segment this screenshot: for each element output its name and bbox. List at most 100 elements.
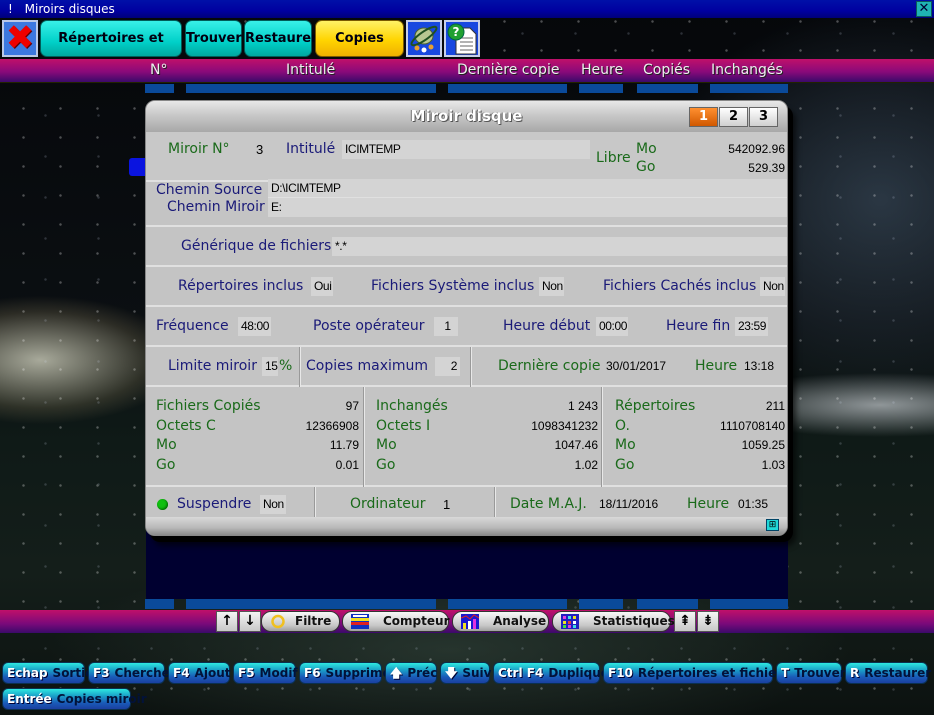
stat-value: 1 243 <box>567 399 598 413</box>
chemin-miroir-label: Chemin Miroir <box>167 199 265 215</box>
stat-label: O. <box>615 418 630 434</box>
limite-label: Limite miroir <box>168 358 257 374</box>
statistiques-button[interactable]: Statistiques <box>552 611 675 632</box>
analyse-label: Analyse <box>493 614 547 628</box>
help-document-icon: ? <box>447 23 477 55</box>
filtre-button[interactable]: Filtre <box>261 611 340 632</box>
intitule-field[interactable]: ICIMTEMP <box>342 140 590 159</box>
stat-value: 1059.25 <box>741 438 785 452</box>
analyse-button[interactable]: Analyse <box>452 611 549 632</box>
derniere-heure-label: Heure <box>695 358 738 374</box>
date-maj-label: Date M.A.J. <box>510 496 587 512</box>
page-1-button[interactable]: 1 <box>689 107 718 127</box>
window-title: Miroirs disques <box>24 2 115 16</box>
copies-max-label: Copies maximum <box>306 358 429 374</box>
divider <box>299 347 301 387</box>
shortcut-entree-copies-miroir[interactable]: Entrée Copies miroir <box>2 688 147 710</box>
column-bar <box>145 84 174 93</box>
last-record-button[interactable]: ⇟ <box>697 611 719 632</box>
shortcut-t-trouver[interactable]: T Trouver <box>776 662 846 684</box>
poste-label: Poste opérateur <box>313 318 425 334</box>
first-record-button[interactable]: ⇞ <box>674 611 696 632</box>
shortcut-f4-ajout[interactable]: F4 Ajout <box>168 662 230 684</box>
tab-restaurer[interactable]: Restaurer <box>244 20 317 57</box>
shortcut-r-restaurer[interactable]: R Restaurer <box>845 662 931 684</box>
column-copies[interactable]: Copiés <box>643 59 690 81</box>
column-derniere-copie[interactable]: Dernière copie <box>457 59 559 81</box>
chemin-source-label: Chemin Source <box>156 182 263 198</box>
shortcut-f5-modif[interactable]: F5 Modif <box>233 662 298 684</box>
heure-debut-field[interactable]: 00:00 <box>596 317 628 336</box>
limits-section: Limite miroir 15 % Copies maximum 2 Dern… <box>146 347 787 387</box>
divider <box>494 487 496 519</box>
stat-label: Mo <box>376 437 397 453</box>
compteur-button[interactable]: Compteur <box>342 611 449 632</box>
shortcut-f10-repertoires[interactable]: F10 Répertoires et fichiers <box>603 662 789 684</box>
rep-inclus-field[interactable]: Oui <box>311 277 333 296</box>
miroir-disque-dialog: Miroir disque 1 2 3 Miroir N° 3 Intitulé… <box>145 100 788 536</box>
page-2-button[interactable]: 2 <box>719 107 748 127</box>
identity-section: Miroir N° 3 Intitulé ICIMTEMP Libre Mo G… <box>146 132 787 182</box>
help-button[interactable]: ? <box>444 20 480 57</box>
column-intitule[interactable]: Intitulé <box>286 59 335 81</box>
generique-section: Générique de fichiers *.* <box>146 227 787 267</box>
stat-value: 0.01 <box>335 458 359 472</box>
dialog-title-bar[interactable]: Miroir disque 1 2 3 <box>146 101 787 132</box>
red-x-icon: ✖ <box>5 18 35 58</box>
stat-label: Répertoires <box>615 398 696 414</box>
libre-label: Libre <box>596 150 631 166</box>
dialog-footer: ⊞ <box>146 517 787 535</box>
tab-repertoires-fichiers[interactable]: Répertoires et fichiers <box>40 20 182 81</box>
stat-label: Octets C <box>156 418 216 434</box>
shortcut-f6-supprime[interactable]: F6 Supprime <box>299 662 391 684</box>
copies-max-field[interactable]: 2 <box>435 357 460 376</box>
column-numero[interactable]: N° <box>150 59 167 81</box>
column-bar <box>186 84 436 93</box>
planet-button[interactable] <box>406 20 442 57</box>
column-bar <box>637 84 698 93</box>
poste-field[interactable]: 1 <box>434 317 458 336</box>
generique-field[interactable]: *.* <box>332 237 787 256</box>
resize-icon[interactable]: ⊞ <box>766 519 779 531</box>
stat-value: 11.79 <box>329 438 359 452</box>
filtre-label: Filtre <box>295 614 332 628</box>
divider <box>314 487 316 519</box>
shortcut-suiv[interactable]: 🡇 Suiv <box>440 662 491 684</box>
previous-record-button[interactable]: ↑ <box>216 611 238 632</box>
shortcut-ctrl-f4-duplique[interactable]: Ctrl F4 Duplique <box>493 662 609 684</box>
limite-field[interactable]: 15 <box>262 357 278 376</box>
tab-copies-miroir[interactable]: Copies miroir <box>315 20 404 81</box>
next-record-button[interactable]: ↓ <box>239 611 261 632</box>
divider <box>363 387 365 487</box>
column-heure[interactable]: Heure <box>581 59 623 81</box>
sys-inclus-field[interactable]: Non <box>539 277 564 296</box>
shortcut-prec[interactable]: 🡅 Préc <box>385 662 437 684</box>
stat-value: 211 <box>765 399 785 413</box>
chemin-source-field[interactable]: D:\ICIMTEMP <box>268 179 787 198</box>
derniere-heure-value: 13:18 <box>744 359 775 373</box>
column-inchanges[interactable]: Inchangés <box>711 59 783 81</box>
caches-inclus-field[interactable]: Non <box>760 277 785 296</box>
chemin-miroir-field[interactable]: E: <box>268 198 787 217</box>
shortcut-f3-cherche[interactable]: F3 Cherche <box>88 662 170 684</box>
stat-value: 12366908 <box>305 419 359 433</box>
sys-inclus-label: Fichiers Système inclus <box>371 278 535 294</box>
suspendre-field[interactable]: Non <box>260 495 286 514</box>
heure-maj-label: Heure <box>687 496 730 512</box>
planet-icon <box>410 25 438 53</box>
rep-inclus-label: Répertoires inclus <box>178 278 304 294</box>
exit-button[interactable]: ✖ <box>2 20 38 57</box>
column-bar <box>579 84 623 93</box>
stat-value: 1047.46 <box>554 438 598 452</box>
frequence-field[interactable]: 48:00 <box>238 317 271 336</box>
suspendre-label: Suspendre <box>177 496 252 512</box>
frequence-label: Fréquence <box>156 318 229 334</box>
heure-fin-field[interactable]: 23:59 <box>735 317 768 336</box>
close-button[interactable]: ✕ <box>916 1 932 17</box>
miroir-no-value: 3 <box>256 142 264 157</box>
stat-label: Octets I <box>376 418 431 434</box>
page-3-button[interactable]: 3 <box>749 107 778 127</box>
inclusion-section: Répertoires inclus Oui Fichiers Système … <box>146 267 787 307</box>
shortcut-echap-sortie[interactable]: Echap Sortie <box>2 662 93 684</box>
tab-trouver[interactable]: Trouver <box>185 20 242 57</box>
